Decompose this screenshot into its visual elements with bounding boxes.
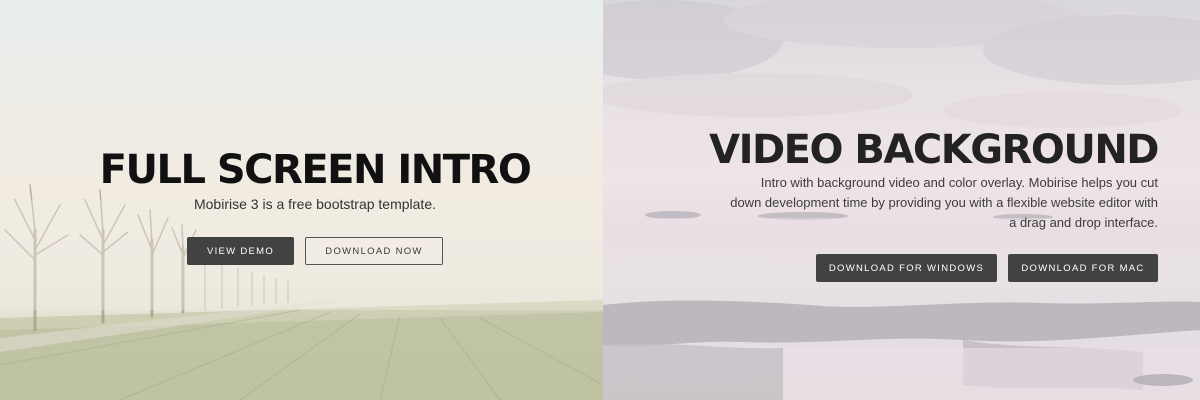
intro-title: FULL SCREEN INTRO — [99, 147, 532, 193]
intro-section-full-screen: FULL SCREEN INTRO Mobirise 3 is a free b… — [0, 0, 603, 400]
video-section-title: VIDEO BACKGROUND — [709, 127, 1159, 173]
intro-content: FULL SCREEN INTRO Mobirise 3 is a free b… — [0, 0, 603, 400]
video-background-section: VIDEO BACKGROUND Intro with background v… — [603, 0, 1200, 400]
intro-subtitle: Mobirise 3 is a free bootstrap template. — [193, 196, 436, 212]
download-for-mac-button[interactable]: DOWNLOAD FOR MAC — [1008, 254, 1158, 282]
download-now-button[interactable]: DOWNLOAD NOW — [305, 237, 443, 265]
page: FULL SCREEN INTRO Mobirise 3 is a free b… — [0, 0, 1200, 400]
view-demo-button[interactable]: VIEW DEMO — [187, 237, 294, 265]
download-for-windows-button[interactable]: DOWNLOAD FOR WINDOWS — [816, 254, 997, 282]
video-section-description: Intro with background video and color ov… — [730, 175, 1158, 230]
